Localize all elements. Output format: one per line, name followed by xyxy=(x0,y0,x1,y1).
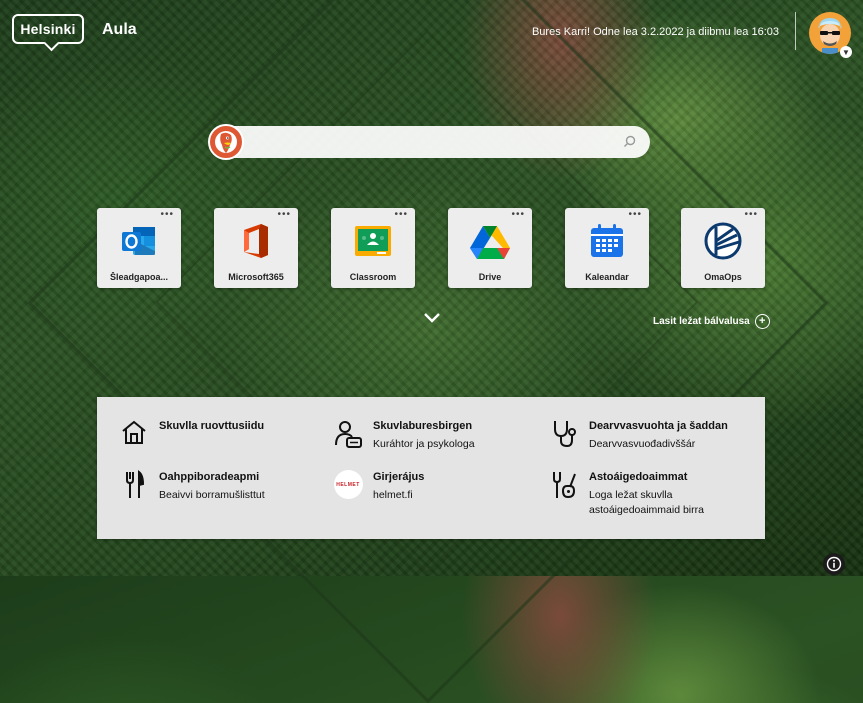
tile-calendar[interactable]: ••• Kaleandar xyxy=(565,208,649,288)
stethoscope-icon xyxy=(549,419,579,449)
search-input[interactable] xyxy=(252,126,626,160)
link-leisure-activities[interactable]: Astoáigedoaimmat Loga ležat skuvlla asto… xyxy=(549,470,704,518)
tile-more-button[interactable]: ••• xyxy=(277,210,291,220)
link-title: Dearvvasvuohta ja šaddan xyxy=(589,420,728,432)
tile-outlook[interactable]: ••• Šleadgapoa... xyxy=(97,208,181,288)
link-subtitle: helmet.fi xyxy=(373,489,413,501)
link-subtitle-line: astoáigedoaimmaid birra xyxy=(589,504,704,516)
link-subtitle-line: Loga ležat skuvlla xyxy=(589,489,673,501)
link-library[interactable]: HELMET Girjerájus helmet.fi xyxy=(333,470,424,503)
expand-chevron-icon[interactable] xyxy=(423,312,441,324)
tile-label: Šleadgapoa... xyxy=(109,272,169,282)
link-school-meals[interactable]: Oahppiboradeapmi Beaivvi borramušlisttut xyxy=(119,470,265,503)
outlook-icon xyxy=(118,221,160,261)
link-subtitle: Kuráhtor ja psykologa xyxy=(373,438,475,450)
tile-microsoft365[interactable]: ••• Microsoft365 xyxy=(214,208,298,288)
tile-classroom[interactable]: ••• Classroom xyxy=(331,208,415,288)
quick-links-panel: Skuvlla ruovttusiidu Skuvlaburesbirgen K… xyxy=(97,397,765,539)
duckduckgo-icon xyxy=(208,124,244,160)
tile-more-button[interactable]: ••• xyxy=(394,210,408,220)
info-button[interactable] xyxy=(823,553,845,575)
link-title: Skuvlaburesbirgen xyxy=(373,420,473,432)
header-divider xyxy=(795,12,796,50)
link-health[interactable]: Dearvvasvuohta ja šaddan Dearvvasvuođadi… xyxy=(549,419,728,452)
tile-label: OmaOps xyxy=(704,272,742,282)
classroom-icon xyxy=(352,221,394,261)
tile-drive[interactable]: ••• Drive xyxy=(448,208,532,288)
calendar-icon xyxy=(586,221,628,261)
info-icon xyxy=(826,556,842,572)
link-subtitle: Dearvvasvuođadivššár xyxy=(589,438,696,450)
link-subtitle: Beaivvi borramušlisttut xyxy=(159,489,265,501)
add-services-link[interactable]: Lasit ležat bálvalusa + xyxy=(653,314,770,329)
link-title: Skuvlla ruovttusiidu xyxy=(159,420,265,432)
tile-omaops[interactable]: ••• OmaOps xyxy=(681,208,765,288)
account-menu-chevron-icon[interactable]: ▼ xyxy=(840,46,852,58)
link-school-homepage[interactable]: Skuvlla ruovttusiidu xyxy=(119,419,264,449)
tile-more-button[interactable]: ••• xyxy=(744,210,758,220)
link-title: Oahppiboradeapmi xyxy=(159,471,260,483)
music-activity-icon xyxy=(549,470,579,500)
app-name: Aula xyxy=(102,21,137,38)
fork-knife-icon xyxy=(119,470,149,500)
search-bar xyxy=(212,126,650,160)
home-icon xyxy=(119,419,149,449)
add-services-label: Lasit ležat bálvalusa xyxy=(653,316,750,327)
helmet-logo: HELMET xyxy=(333,470,363,500)
greeting-text: Bures Karri! Odne lea 3.2.2022 ja diibmu… xyxy=(531,26,779,38)
office-icon xyxy=(235,221,277,261)
person-support-icon xyxy=(333,419,363,449)
tile-label: Kaleandar xyxy=(585,272,629,282)
link-title: Astoáigedoaimmat xyxy=(589,471,688,483)
link-subtitle: Loga ležat skuvlla astoáigedoaimmaid bir… xyxy=(589,488,704,518)
search-icon[interactable] xyxy=(623,135,636,148)
helsinki-logo[interactable]: Helsinki xyxy=(12,14,84,44)
tile-label: Drive xyxy=(478,272,502,282)
tile-more-button[interactable]: ••• xyxy=(160,210,174,220)
background-pattern xyxy=(27,0,829,703)
drive-icon xyxy=(469,221,511,261)
tile-label: Microsoft365 xyxy=(228,272,284,282)
tile-more-button[interactable]: ••• xyxy=(511,210,525,220)
tile-more-button[interactable]: ••• xyxy=(628,210,642,220)
tile-label: Classroom xyxy=(349,272,397,282)
link-school-wellbeing[interactable]: Skuvlaburesbirgen Kuráhtor ja psykologa xyxy=(333,419,475,452)
omaops-icon xyxy=(702,221,744,261)
plus-circle-icon: + xyxy=(754,314,770,329)
link-title: Girjerájus xyxy=(373,471,425,483)
